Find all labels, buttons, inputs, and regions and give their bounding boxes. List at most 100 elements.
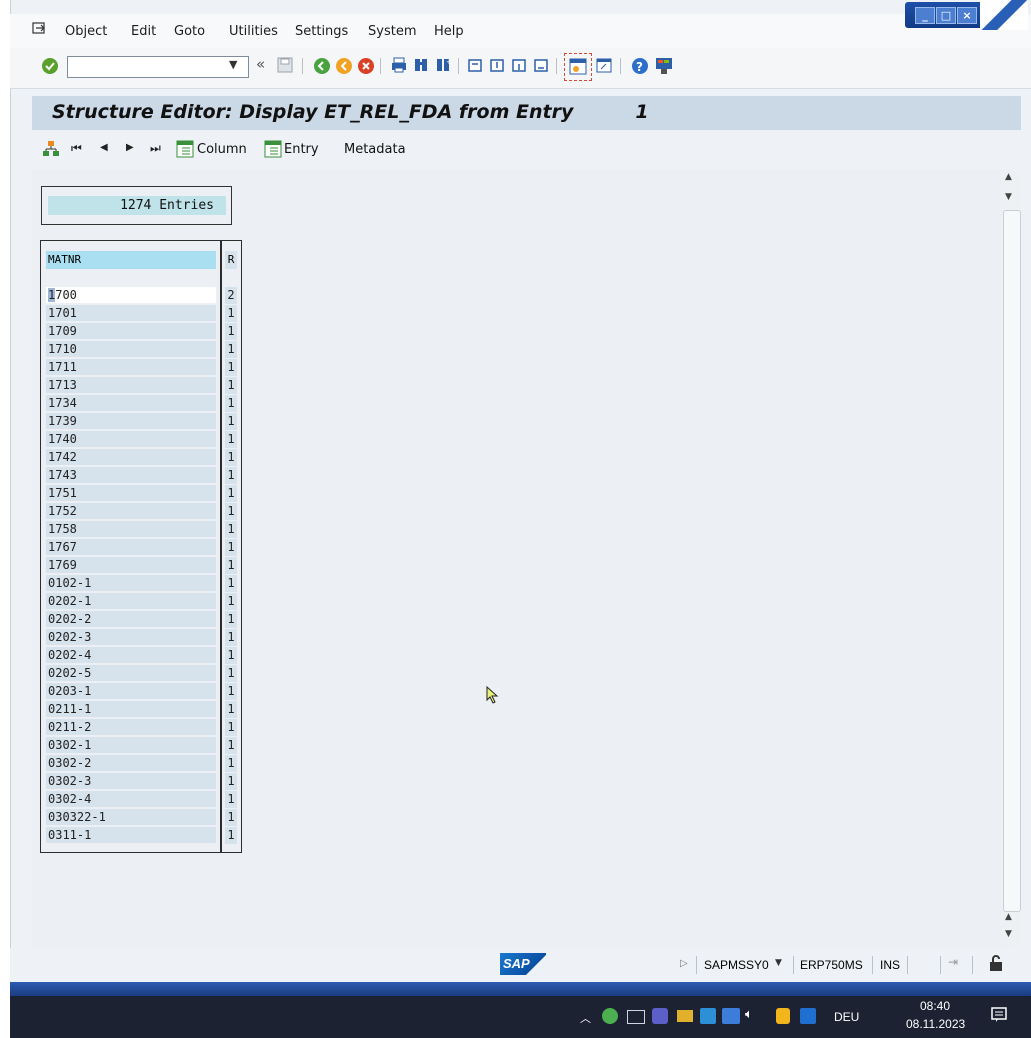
minimize-button[interactable]: _ (915, 7, 935, 24)
grid-cell-matnr[interactable]: 0203-1 (46, 683, 216, 700)
status-dropdown-icon[interactable]: ▼ (775, 958, 782, 968)
grid-cell-r[interactable]: 1 (225, 593, 237, 611)
grid-cell-matnr[interactable]: 0302-1 (46, 737, 216, 754)
page-down-icon[interactable]: ▼ (1005, 929, 1012, 939)
menu-edit[interactable]: Edit (131, 24, 156, 39)
command-field[interactable] (67, 56, 249, 78)
grid-cell-r[interactable]: 1 (225, 575, 237, 593)
grid-cell-r[interactable]: 1 (225, 683, 237, 701)
save-icon[interactable] (276, 56, 294, 78)
grid-cell-matnr[interactable]: 0302-3 (46, 773, 216, 790)
last-page-icon[interactable] (532, 56, 550, 78)
customize-layout-icon[interactable] (654, 56, 674, 80)
tray-volume-icon[interactable]: 🔈︎ (745, 1007, 753, 1022)
cancel-icon[interactable] (356, 56, 376, 80)
previous-page-icon[interactable] (488, 56, 506, 78)
column-header-r[interactable]: R (225, 251, 237, 269)
tray-database-icon[interactable] (776, 1008, 790, 1024)
grid-cell-matnr[interactable]: 1734 (46, 395, 216, 412)
new-session-icon[interactable] (564, 53, 592, 81)
status-expand-icon[interactable]: ▷ (680, 958, 688, 969)
scroll-up-icon[interactable]: ▲ (1005, 172, 1012, 182)
grid-cell-matnr[interactable]: 1701 (46, 305, 216, 322)
grid-cell-matnr[interactable]: 1769 (46, 557, 216, 574)
hierarchy-icon[interactable] (42, 140, 60, 162)
column-header-matnr[interactable]: MATNR (46, 251, 216, 269)
grid-cell-r[interactable]: 1 (225, 431, 237, 449)
tray-teams-icon[interactable] (652, 1008, 668, 1024)
grid-cell-r[interactable]: 1 (225, 341, 237, 359)
help-icon[interactable]: ? (630, 56, 650, 80)
page-up-icon[interactable]: ▲ (1005, 912, 1012, 922)
grid-cell-matnr[interactable]: 0202-2 (46, 611, 216, 628)
grid-cell-r[interactable]: 1 (225, 629, 237, 647)
menu-system[interactable]: System (368, 24, 416, 39)
menu-goto[interactable]: Goto (174, 24, 205, 39)
tray-time[interactable]: 08:40 (920, 999, 950, 1013)
grid-cell-r[interactable]: 1 (225, 665, 237, 683)
grid-cell-matnr[interactable]: 0202-5 (46, 665, 216, 682)
grid-cell-matnr[interactable]: 0211-2 (46, 719, 216, 736)
lock-icon[interactable] (988, 954, 1004, 976)
grid-cell-matnr[interactable]: 1751 (46, 485, 216, 502)
grid-cell-matnr[interactable]: 0302-4 (46, 791, 216, 808)
grid-cell-matnr[interactable]: 1739 (46, 413, 216, 430)
tray-outlook-icon[interactable] (800, 1008, 816, 1024)
grid-cell-r[interactable]: 1 (225, 467, 237, 485)
grid-cell-matnr[interactable]: 0202-4 (46, 647, 216, 664)
column-icon[interactable] (176, 140, 194, 162)
find-icon[interactable] (412, 56, 430, 78)
grid-cell-matnr[interactable]: 1713 (46, 377, 216, 394)
first-page-icon[interactable] (466, 56, 484, 78)
grid-cell-r[interactable]: 2 (225, 287, 237, 305)
grid-cell-matnr[interactable]: 1743 (46, 467, 216, 484)
grid-cell-matnr[interactable]: 0202-1 (46, 593, 216, 610)
grid-cell-r[interactable]: 1 (225, 485, 237, 503)
grid-cell-r[interactable]: 1 (225, 539, 237, 557)
tray-keyboard-icon[interactable] (722, 1008, 740, 1024)
grid-cell-r[interactable]: 1 (225, 809, 237, 827)
notification-icon[interactable] (990, 1006, 1008, 1028)
grid-cell-matnr[interactable]: 1758 (46, 521, 216, 538)
grid-cell-matnr[interactable]: 1709 (46, 323, 216, 340)
menu-settings[interactable]: Settings (295, 24, 348, 39)
tray-mail-icon[interactable] (677, 1010, 693, 1022)
grid-cell-matnr[interactable]: 1752 (46, 503, 216, 520)
grid-cell-matnr[interactable]: 1711 (46, 359, 216, 376)
entry-button[interactable]: Entry (284, 142, 319, 157)
grid-cell-matnr[interactable]: 0302-2 (46, 755, 216, 772)
first-entry-icon[interactable]: ⏮ (71, 141, 82, 156)
grid-cell-r[interactable]: 1 (225, 521, 237, 539)
grid-cell-r[interactable]: 1 (225, 647, 237, 665)
menu-object[interactable]: Object (65, 24, 107, 39)
tray-security-icon[interactable] (602, 1008, 618, 1024)
previous-entry-icon[interactable]: ◀ (100, 142, 108, 153)
tray-date[interactable]: 08.11.2023 (906, 1017, 965, 1031)
command-dropdown-icon[interactable]: ▼ (229, 58, 237, 71)
grid-cell-r[interactable]: 1 (225, 737, 237, 755)
grid-cell-r[interactable]: 1 (225, 305, 237, 323)
grid-cell-matnr[interactable]: 0211-1 (46, 701, 216, 718)
next-page-icon[interactable] (510, 56, 528, 78)
find-next-icon[interactable]: + (434, 56, 452, 78)
close-button[interactable]: × (957, 7, 977, 24)
grid-cell-r[interactable]: 1 (225, 611, 237, 629)
grid-cell-r[interactable]: 1 (225, 773, 237, 791)
status-tab-icon[interactable]: ⇥ (948, 955, 958, 969)
entry-icon[interactable] (264, 140, 282, 162)
next-entry-icon[interactable]: ▶ (126, 142, 134, 153)
grid-cell-matnr[interactable]: 1710 (46, 341, 216, 358)
grid-cell-r[interactable]: 1 (225, 755, 237, 773)
scrollbar-thumb[interactable] (1003, 210, 1021, 912)
grid-cell-matnr[interactable]: 1767 (46, 539, 216, 556)
grid-cell-r[interactable]: 1 (225, 827, 237, 845)
grid-cell-r[interactable]: 1 (225, 503, 237, 521)
grid-cell-r[interactable]: 1 (225, 719, 237, 737)
grid-cell-r[interactable]: 1 (225, 359, 237, 377)
print-icon[interactable] (390, 56, 408, 78)
exit-icon[interactable] (334, 56, 354, 80)
column-button[interactable]: Column (197, 142, 247, 157)
menu-utilities[interactable]: Utilities (229, 24, 278, 39)
maximize-button[interactable]: □ (936, 7, 956, 24)
grid-cell-matnr[interactable]: 1742 (46, 449, 216, 466)
